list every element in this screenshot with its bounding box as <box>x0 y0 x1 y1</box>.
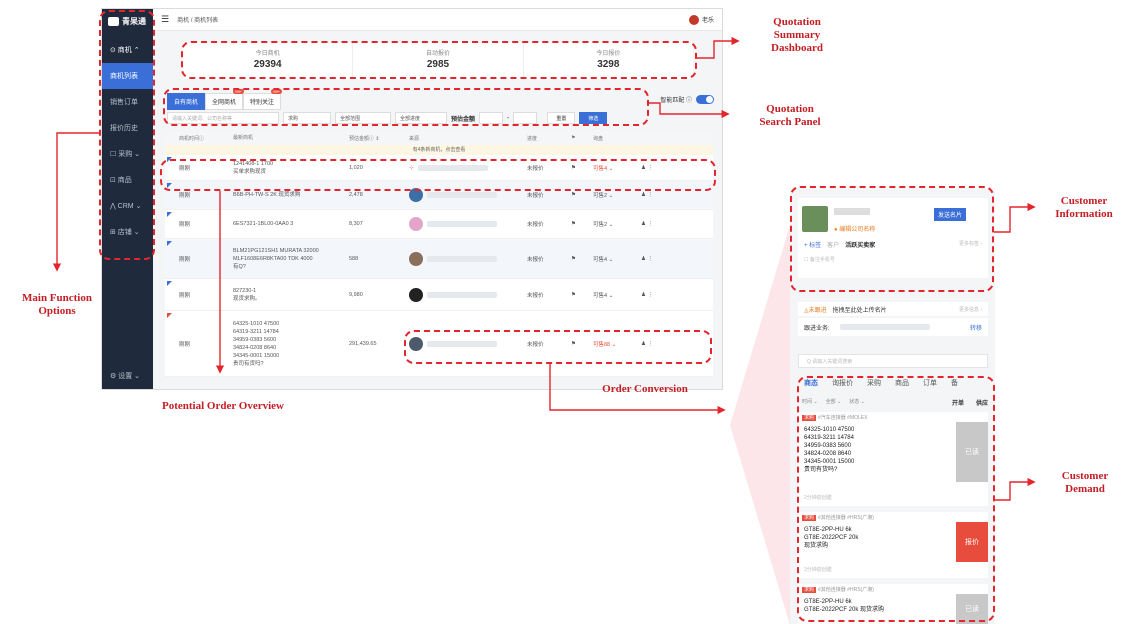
arrow-main-options <box>52 132 99 272</box>
label-potential-order: Potential Order Overview <box>162 400 284 412</box>
label-customer-info: Customer Information <box>1055 195 1113 220</box>
arrow-search <box>649 102 730 119</box>
label-customer-demand: Customer Demand <box>1061 470 1109 495</box>
label-summary-dashboard: Quotation Summary Dashboard <box>771 16 823 54</box>
label-search-panel: Quotation Search Panel <box>759 103 821 128</box>
annotation-arrows <box>52 36 1036 501</box>
label-main-options: Main Function Options <box>22 292 92 317</box>
arrow-customer-info <box>994 202 1036 233</box>
label-order-conversion: Order Conversion <box>602 383 688 395</box>
arrow-summary <box>697 36 740 59</box>
arrow-customer-demand <box>995 477 1036 501</box>
